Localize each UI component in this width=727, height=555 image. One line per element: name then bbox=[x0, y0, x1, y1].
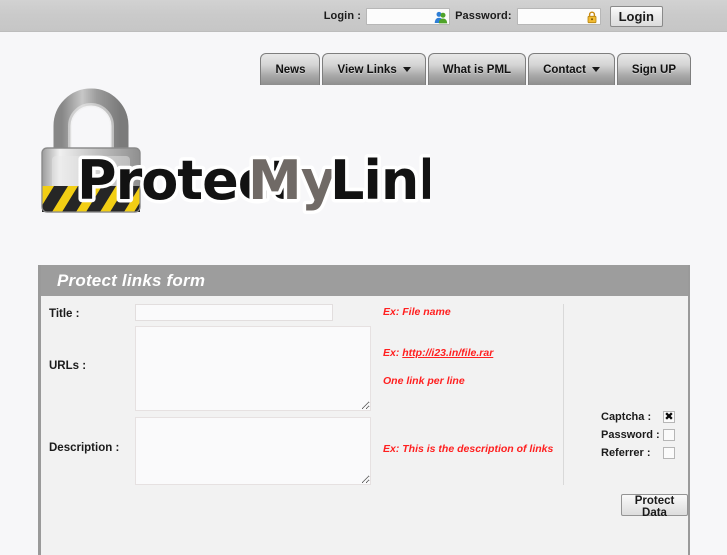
description-input-cell bbox=[135, 411, 377, 485]
protection-options: Captcha : Password : Referrer : bbox=[601, 408, 691, 462]
password-input[interactable] bbox=[516, 7, 601, 25]
option-row-referrer: Referrer : bbox=[601, 444, 691, 461]
description-textarea[interactable] bbox=[135, 417, 371, 485]
urls-hint-note: One link per line bbox=[383, 375, 465, 387]
nav-label: View Links bbox=[337, 63, 397, 76]
main-navigation: News View Links What is PML Contact Sign… bbox=[260, 53, 691, 85]
login-field-wrap bbox=[366, 7, 451, 25]
urls-example-link[interactable]: http://i23.in/file.rar bbox=[402, 347, 493, 359]
login-label: Login : bbox=[323, 10, 362, 22]
nav-label: News bbox=[275, 63, 306, 76]
password-label: Password: bbox=[455, 10, 512, 22]
padlock-logo-graphic: Protect Protect My My Links Links bbox=[41, 88, 430, 216]
top-login-bar: Login : Password: Login bbox=[0, 0, 727, 32]
urls-textarea[interactable] bbox=[135, 326, 371, 411]
title-hint-cell: Ex: File name bbox=[377, 304, 563, 321]
title-input[interactable] bbox=[135, 304, 333, 321]
protect-data-button[interactable]: Protect Data bbox=[621, 494, 688, 519]
nav-item-sign-up[interactable]: Sign UP bbox=[616, 53, 691, 85]
title-input-cell bbox=[135, 304, 377, 321]
description-hint: Ex: This is the description of links bbox=[383, 443, 554, 455]
protect-links-form: Title : Ex: File name URLs : Ex: http://… bbox=[41, 296, 688, 485]
captcha-label: Captcha : bbox=[601, 410, 652, 423]
option-row-password: Password : bbox=[601, 426, 691, 443]
panel-body: Title : Ex: File name URLs : Ex: http://… bbox=[41, 296, 688, 555]
chevron-down-icon bbox=[591, 67, 600, 72]
protect-links-panel: Protect links form Title : Ex: File name… bbox=[38, 265, 690, 555]
urls-input-cell bbox=[135, 321, 377, 411]
urls-label: URLs : bbox=[49, 360, 87, 372]
nav-label: Contact bbox=[543, 63, 586, 76]
urls-hint-cell: Ex: http://i23.in/file.rar One link per … bbox=[377, 345, 563, 387]
option-row-captcha: Captcha : bbox=[601, 408, 691, 425]
description-label: Description : bbox=[49, 442, 120, 454]
page-title: Protect links form bbox=[57, 270, 206, 290]
logo-text-3-fill: Links bbox=[330, 149, 430, 212]
nav-label: Sign UP bbox=[631, 63, 676, 76]
nav-item-news[interactable]: News bbox=[260, 53, 321, 85]
captcha-checkbox[interactable] bbox=[663, 410, 675, 423]
login-form: Login : Password: Login bbox=[324, 0, 663, 32]
chevron-down-icon bbox=[402, 67, 411, 72]
login-button[interactable]: Login bbox=[609, 5, 663, 27]
panel-header: Protect links form bbox=[41, 265, 688, 296]
nav-item-contact[interactable]: Contact bbox=[528, 53, 615, 85]
title-label: Title : bbox=[49, 308, 80, 320]
description-hint-cell: Ex: This is the description of links bbox=[377, 441, 563, 455]
login-input[interactable] bbox=[366, 7, 451, 25]
password-field-wrap bbox=[516, 7, 601, 25]
nav-item-what-is-pml[interactable]: What is PML bbox=[427, 53, 527, 85]
title-hint: Ex: File name bbox=[383, 306, 451, 318]
nav-item-view-links[interactable]: View Links bbox=[322, 53, 426, 85]
logo-text-2-fill: My bbox=[248, 149, 336, 212]
password-option-label: Password : bbox=[601, 428, 660, 441]
referrer-checkbox[interactable] bbox=[663, 446, 675, 459]
nav-label: What is PML bbox=[442, 63, 512, 76]
site-logo[interactable]: Protect Protect My My Links Links bbox=[30, 86, 430, 236]
referrer-label: Referrer : bbox=[601, 446, 651, 459]
urls-hint-prefix: Ex: bbox=[383, 347, 403, 359]
password-checkbox[interactable] bbox=[663, 428, 675, 441]
